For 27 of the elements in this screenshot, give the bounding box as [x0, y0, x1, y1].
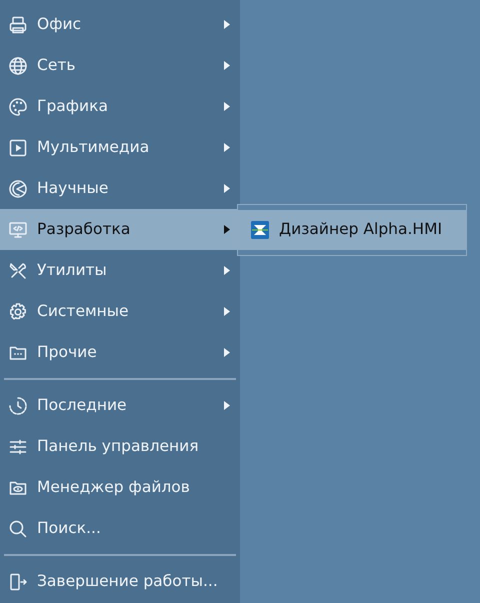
menu-item[interactable]: Сеть	[0, 45, 240, 86]
menu-item[interactable]: Офис	[0, 4, 240, 45]
menu-item[interactable]: Мультимедиа	[0, 127, 240, 168]
play-icon	[8, 138, 28, 158]
tools-icon	[8, 260, 28, 280]
menu-item[interactable]: Прочие	[0, 332, 240, 373]
clock-icon	[8, 396, 28, 416]
menu-item[interactable]: Графика	[0, 86, 240, 127]
palette-icon	[8, 96, 28, 116]
menu-item[interactable]: Менеджер файлов	[0, 467, 240, 508]
gear-icon	[8, 302, 28, 322]
menu-item[interactable]: Дизайнер Alpha.HMI	[238, 210, 466, 250]
app-logo-icon	[250, 220, 270, 240]
menu-item[interactable]: Панель управления	[0, 426, 240, 467]
menu-item[interactable]: Завершение работы...	[0, 561, 240, 602]
menu-item[interactable]: Системные	[0, 291, 240, 332]
menu-item[interactable]: Разработка	[0, 209, 240, 250]
science-icon	[8, 178, 28, 198]
printer-icon	[8, 14, 28, 34]
menu-item[interactable]: Научные	[0, 168, 240, 209]
code-monitor-icon	[8, 220, 28, 240]
globe-icon	[8, 56, 28, 76]
search-icon	[8, 518, 28, 538]
menu-item[interactable]: Утилиты	[0, 250, 240, 291]
exit-icon	[8, 572, 28, 592]
menu-item[interactable]: Последние	[0, 385, 240, 426]
menu-item[interactable]: Поиск...	[0, 508, 240, 549]
